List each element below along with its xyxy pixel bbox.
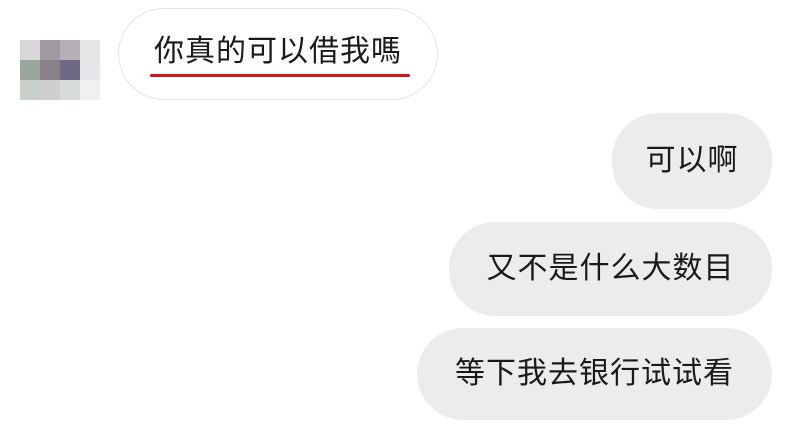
incoming-message-label: 你真的可以借我嗎 bbox=[154, 34, 402, 69]
avatar-pixel bbox=[80, 80, 100, 100]
outgoing-message-bubble[interactable]: 可以啊 bbox=[612, 113, 772, 209]
outgoing-message-text: 等下我去银行试试看 bbox=[455, 356, 734, 391]
avatar-pixel bbox=[20, 60, 40, 80]
avatar-pixel bbox=[40, 60, 60, 80]
outgoing-message-bubble[interactable]: 等下我去银行试试看 bbox=[417, 328, 772, 420]
incoming-message-text: 你真的可以借我嗎 bbox=[150, 34, 410, 77]
avatar-pixel bbox=[80, 60, 100, 80]
avatar-pixel bbox=[20, 40, 40, 60]
chat-thread: 你真的可以借我嗎 可以啊 又不是什么大数目 等下我去银行试试看 bbox=[0, 0, 800, 428]
avatar-pixel bbox=[60, 60, 80, 80]
avatar-pixel bbox=[20, 80, 40, 100]
avatar-pixel bbox=[60, 80, 80, 100]
avatar-pixel bbox=[40, 40, 60, 60]
contact-avatar[interactable] bbox=[20, 40, 100, 100]
outgoing-message-text: 又不是什么大数目 bbox=[486, 251, 735, 286]
avatar-pixel bbox=[60, 40, 80, 60]
outgoing-message-text: 可以啊 bbox=[645, 143, 739, 178]
avatar-pixel bbox=[80, 40, 100, 60]
avatar-pixel bbox=[40, 80, 60, 100]
incoming-message-bubble[interactable]: 你真的可以借我嗎 bbox=[118, 8, 438, 100]
red-underline-annotation bbox=[150, 74, 410, 77]
outgoing-message-bubble[interactable]: 又不是什么大数目 bbox=[449, 222, 772, 316]
